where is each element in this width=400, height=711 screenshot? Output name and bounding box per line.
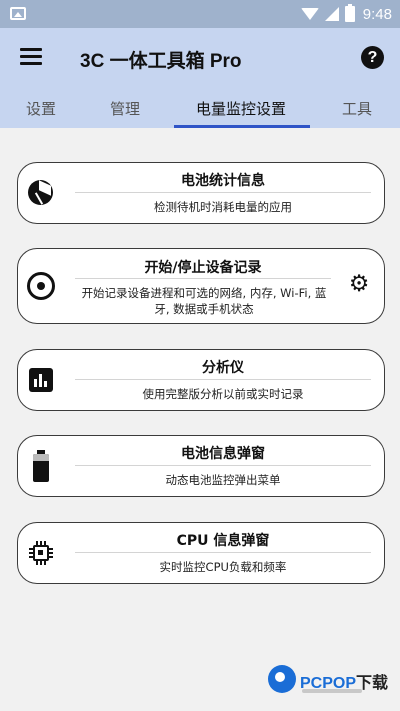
tab-bar: 设置 管理 电量监控设置 工具 <box>0 88 400 128</box>
cpu-icon <box>28 540 54 566</box>
help-icon[interactable]: ? <box>361 46 384 69</box>
status-icons: 9:48 <box>300 4 392 24</box>
card-title: CPU 信息弹窗 <box>176 533 270 549</box>
card-divider <box>75 379 371 380</box>
card-battery-popup[interactable]: 电池信息弹窗 动态电池监控弹出菜单 <box>17 435 385 497</box>
app-toolbar: 3C 一体工具箱 Pro ? <box>0 28 400 88</box>
card-title: 电池统计信息 <box>181 173 265 189</box>
gear-icon[interactable]: ⚙ <box>348 273 370 296</box>
card-cpu-popup[interactable]: CPU 信息弹窗 实时监控CPU负载和频率 <box>17 522 385 584</box>
tab-manage[interactable]: 管理 <box>110 98 140 119</box>
signal-icon <box>324 7 339 21</box>
watermark: PCPOP下载 <box>268 665 392 699</box>
card-divider <box>75 552 371 553</box>
card-title: 分析仪 <box>202 360 244 376</box>
card-analyzer[interactable]: 分析仪 使用完整版分析以前或实时记录 <box>17 349 385 411</box>
tab-battery-monitor-settings[interactable]: 电量监控设置 <box>196 98 286 119</box>
bar-chart-icon <box>29 368 53 392</box>
tab-settings[interactable]: 设置 <box>26 98 56 119</box>
record-icon <box>27 272 55 300</box>
battery-icon <box>33 450 49 482</box>
card-device-record[interactable]: 开始/停止设备记录 开始记录设备进程和可选的网络, 内存, Wi-Fi, 蓝牙,… <box>17 248 385 324</box>
card-description: 使用完整版分析以前或实时记录 <box>142 387 304 401</box>
card-divider <box>75 192 371 193</box>
card-title: 电池信息弹窗 <box>181 446 265 462</box>
card-divider <box>75 465 371 466</box>
status-time: 9:48 <box>362 5 392 23</box>
tab-tools[interactable]: 工具 <box>342 98 372 119</box>
card-description: 检测待机时消耗电量的应用 <box>154 200 292 214</box>
app-title: 3C 一体工具箱 Pro <box>80 51 242 72</box>
watermark-subtext <box>302 689 362 693</box>
status-bar: 9:48 <box>0 0 400 28</box>
menu-icon[interactable] <box>20 48 42 66</box>
card-divider <box>75 278 331 279</box>
active-tab-indicator <box>174 125 310 128</box>
card-description: 开始记录设备进程和可选的网络, 内存, Wi-Fi, 蓝牙, 数据或手机状态 <box>81 286 327 316</box>
wifi-icon <box>300 8 319 20</box>
pie-chart-icon <box>28 180 53 205</box>
battery-status-icon <box>344 4 355 22</box>
card-title: 开始/停止设备记录 <box>144 260 262 276</box>
image-notification-icon <box>10 7 26 20</box>
watermark-logo-icon <box>268 665 296 693</box>
card-battery-stats[interactable]: 电池统计信息 检测待机时消耗电量的应用 <box>17 162 385 224</box>
card-description: 动态电池监控弹出菜单 <box>165 473 281 487</box>
card-description: 实时监控CPU负载和频率 <box>159 560 287 574</box>
